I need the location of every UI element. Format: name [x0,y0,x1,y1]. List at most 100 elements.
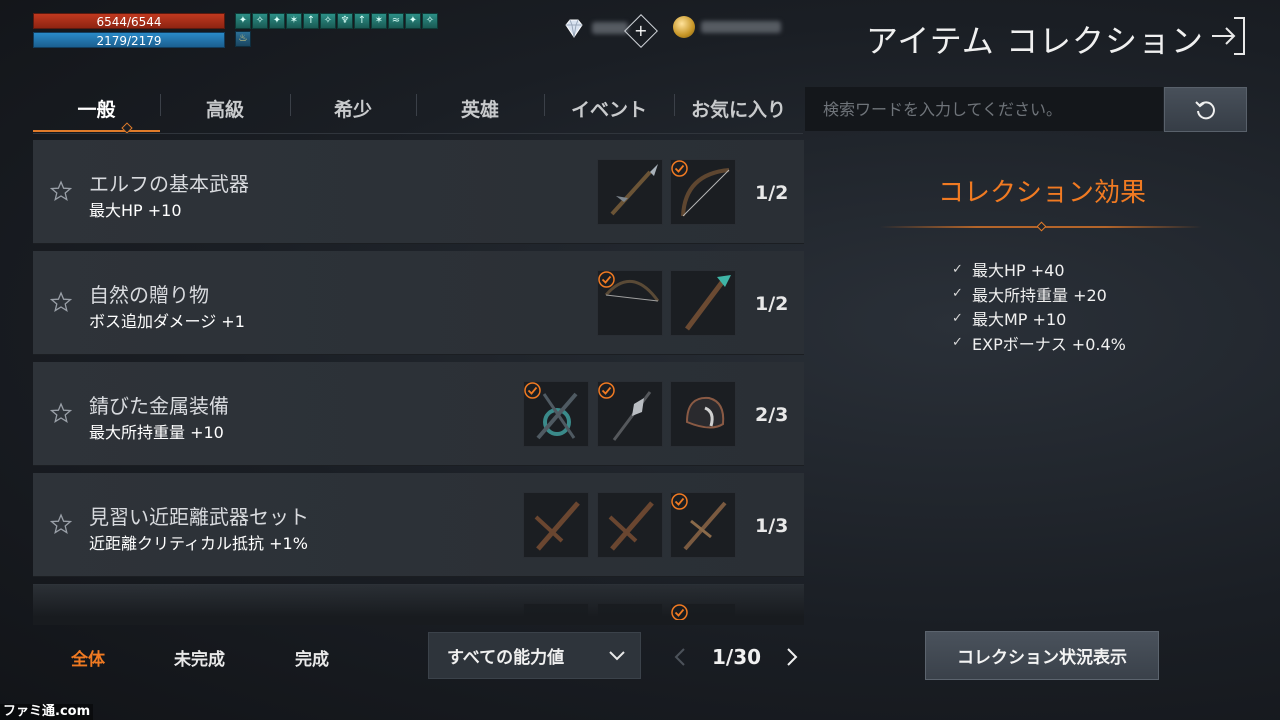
effect-text: EXPボーナス +0.4% [972,334,1126,354]
hp-value: 6544/6544 [96,15,162,29]
effect-text: 最大所持重量 +20 [972,285,1107,305]
hp-bar: 6544/6544 [33,13,225,29]
diamond-icon [565,19,583,38]
tab-favorites[interactable]: お気に入り [674,84,803,132]
tab-advanced[interactable]: 高級 [160,84,290,132]
collection-progress: 2/3 [755,404,789,426]
sword-icon [608,501,654,551]
item-slot[interactable] [670,159,736,225]
category-tabs: 一般 高級 希少 英雄 イベント お気に入り [33,84,803,134]
collection-status-button[interactable]: コレクション状況表示 [925,631,1159,680]
buff-icon[interactable]: ✦ [405,13,421,29]
collection-name: 自然の贈り物 [89,283,209,307]
item-slot[interactable] [670,381,736,447]
owned-check-icon [671,160,688,177]
tab-rare[interactable]: 希少 [290,84,416,132]
collection-effect: ボス追加ダメージ +1 [89,312,245,331]
watermark-logo: ファミ通.com [0,704,94,720]
buff-icon[interactable]: ✶ [371,13,387,29]
owned-check-icon [524,382,541,399]
page-next-icon[interactable] [784,646,800,668]
buff-icon[interactable]: ✦ [235,13,251,29]
item-slot[interactable] [597,270,663,336]
spear-icon [610,164,658,216]
sword-icon [534,501,580,551]
collection-effect: 最大HP +10 [89,201,182,220]
page-indicator: 1/30 [712,645,762,669]
effect-item: ✓ EXPボーナス +0.4% [952,331,1126,356]
filter-incomplete[interactable]: 未完成 [174,645,225,670]
check-icon: ✓ [952,335,963,351]
diamond-amount-hidden [592,22,628,34]
page-title: アイテム コレクション [866,22,1204,60]
gold-currency [673,16,781,38]
buff-icon[interactable]: ♆ [337,13,353,29]
filter-complete[interactable]: 完成 [295,645,329,670]
effect-item: ✓ 最大HP +40 [952,257,1126,282]
effect-text: 最大HP +40 [972,261,1065,281]
tab-hero[interactable]: 英雄 [416,84,544,132]
tab-general[interactable]: 一般 [33,84,160,132]
buff-icon[interactable]: ✦ [269,13,285,29]
gold-coin-icon [673,16,695,38]
divider-ornament [1036,221,1047,232]
potion-buff-icon[interactable]: ♨ [235,31,251,47]
collection-progress: 1/3 [755,515,789,537]
buff-icon[interactable]: ✧ [422,13,438,29]
item-slot[interactable] [670,270,736,336]
buff-icon[interactable]: ↑ [303,13,319,29]
collection-row[interactable]: 錆びた金属装備 最大所持重量 +10 2/3 [33,362,804,466]
mp-value: 2179/2179 [96,34,162,48]
check-icon: ✓ [952,310,963,326]
mp-bar: 2179/2179 [33,32,225,48]
item-slot[interactable] [523,381,589,447]
filter-all[interactable]: 全体 [71,645,105,670]
collection-row[interactable]: 自然の贈り物 ボス追加ダメージ +1 1/2 [33,251,804,355]
item-slot[interactable] [597,159,663,225]
favorite-star-icon[interactable] [50,291,72,313]
list-fade [33,585,804,625]
buff-icon[interactable]: ✶ [286,13,302,29]
item-slot[interactable] [670,492,736,558]
favorite-star-icon[interactable] [50,402,72,424]
effect-item: ✓ 最大所持重量 +20 [952,282,1126,307]
effect-text: 最大MP +10 [972,310,1067,330]
buff-icon[interactable]: ✧ [252,13,268,29]
collection-effect: 近距離クリティカル抵抗 +1% [89,534,308,553]
tab-event[interactable]: イベント [544,84,674,132]
tabs-divider [33,133,803,134]
collection-row[interactable]: エルフの基本武器 最大HP +10 1/2 [33,140,804,244]
effect-item: ✓ 最大MP +10 [952,306,1126,331]
collection-progress: 1/2 [755,182,789,204]
stat-dropdown[interactable]: すべての能力値 [428,632,641,679]
buff-icon[interactable]: ↑ [354,13,370,29]
refresh-button[interactable] [1164,87,1247,132]
check-icon: ✓ [952,261,963,277]
collection-progress: 1/2 [755,293,789,315]
collection-list: エルフの基本武器 最大HP +10 1/2 自然の贈り物 ボス追加ダメージ +1… [33,140,804,620]
add-diamond-button[interactable]: + [624,14,658,48]
owned-check-icon [598,271,615,288]
favorite-star-icon[interactable] [50,180,72,202]
stat-dropdown-value: すべての能力値 [447,648,565,668]
owned-check-icon [671,604,688,620]
collection-name: 錆びた金属装備 [89,394,229,418]
check-icon: ✓ [952,286,963,302]
item-slot[interactable] [597,381,663,447]
diamond-currency [562,16,628,40]
exit-icon[interactable] [1208,14,1248,58]
chevron-down-icon [609,651,625,661]
buff-icon[interactable]: ✧ [320,13,336,29]
effect-list: ✓ 最大HP +40 ✓ 最大所持重量 +20 ✓ 最大MP +10 ✓ EXPボーナス… [952,257,1126,355]
collection-effect: 最大所持重量 +10 [89,423,224,442]
page-prev-icon[interactable] [672,646,688,668]
collection-row[interactable]: 見習い近距離武器セット 近距離クリティカル抵抗 +1% 1/3 [33,473,804,577]
item-slot[interactable] [523,492,589,558]
collection-effect-title: コレクション効果 [938,178,1147,208]
buff-icon[interactable]: ≈ [388,13,404,29]
favorite-star-icon[interactable] [50,513,72,535]
item-slot[interactable] [597,492,663,558]
collection-name: エルフの基本武器 [89,172,249,196]
search-input[interactable] [805,87,1163,131]
gold-amount-hidden [701,21,781,33]
